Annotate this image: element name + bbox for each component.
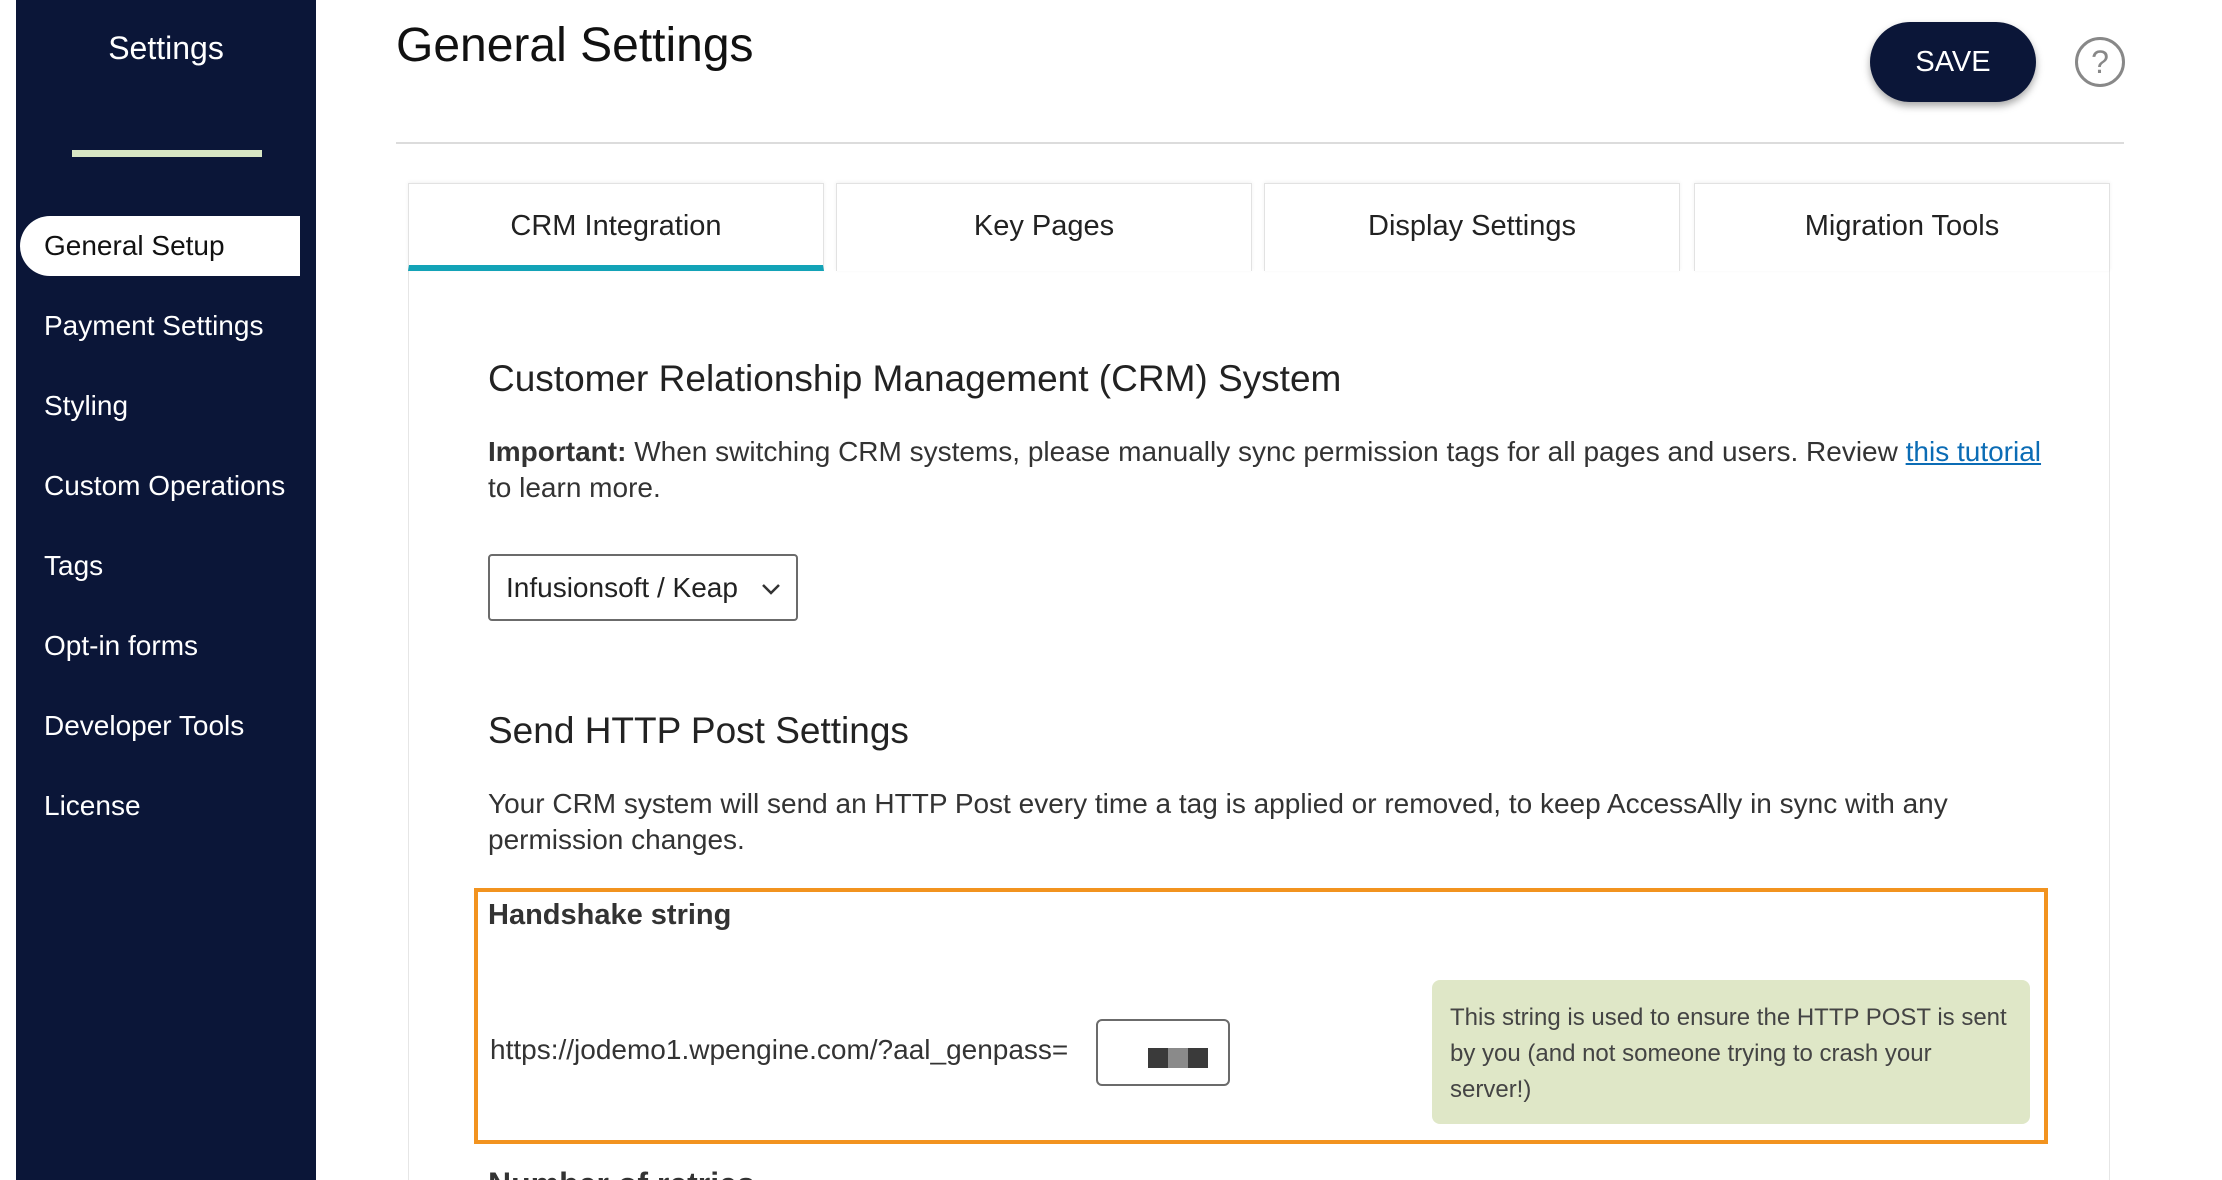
masked-char-3: [1188, 1048, 1208, 1068]
save-button[interactable]: SAVE: [1870, 22, 2036, 102]
handshake-helper-note: This string is used to ensure the HTTP P…: [1432, 980, 2030, 1124]
handshake-string-input[interactable]: [1096, 1019, 1230, 1086]
tab-bar: CRM Integration Key Pages Display Settin…: [408, 183, 2110, 271]
sidebar-item-general-setup[interactable]: General Setup: [20, 216, 300, 276]
masked-char-1: [1148, 1048, 1168, 1068]
page-title: General Settings: [396, 19, 754, 72]
tab-crm-integration[interactable]: CRM Integration: [408, 183, 824, 271]
crm-select-value: Infusionsoft / Keap: [506, 572, 738, 603]
retries-heading: Number of retries: [488, 1166, 755, 1180]
header-divider: [396, 142, 2124, 144]
crm-section-heading: Customer Relationship Management (CRM) S…: [488, 358, 1342, 399]
http-post-description: Your CRM system will send an HTTP Post e…: [488, 788, 1948, 855]
important-text: When switching CRM systems, please manua…: [626, 436, 1906, 467]
sidebar-divider: [72, 150, 262, 157]
handshake-string-label: Handshake string: [488, 899, 732, 931]
chevron-down-icon: [762, 584, 780, 595]
sidebar-item-license[interactable]: License: [20, 776, 300, 836]
sidebar-item-opt-in-forms[interactable]: Opt-in forms: [20, 616, 300, 676]
learn-more-text: to learn more.: [488, 472, 661, 503]
tutorial-link[interactable]: this tutorial: [1906, 436, 2041, 467]
sidebar-item-developer-tools[interactable]: Developer Tools: [20, 696, 300, 756]
sidebar-item-tags[interactable]: Tags: [20, 536, 300, 596]
sidebar-item-custom-operations[interactable]: Custom Operations: [20, 456, 300, 516]
sidebar-item-styling[interactable]: Styling: [20, 376, 300, 436]
crm-system-select[interactable]: Infusionsoft / Keap: [488, 554, 798, 621]
crm-important-note: Important: When switching CRM systems, p…: [488, 434, 2048, 506]
sidebar-title: Settings: [108, 30, 224, 66]
important-label: Important:: [488, 436, 627, 467]
tab-migration-tools[interactable]: Migration Tools: [1694, 183, 2110, 271]
sidebar-item-payment-settings[interactable]: Payment Settings: [20, 296, 300, 356]
tab-key-pages[interactable]: Key Pages: [836, 183, 1252, 271]
handshake-url-prefix: https://jodemo1.wpengine.com/?aal_genpas…: [490, 1034, 1069, 1065]
masked-char-2: [1168, 1048, 1188, 1068]
tab-display-settings[interactable]: Display Settings: [1264, 183, 1680, 271]
help-icon[interactable]: ?: [2075, 37, 2125, 87]
http-post-heading: Send HTTP Post Settings: [488, 710, 909, 751]
